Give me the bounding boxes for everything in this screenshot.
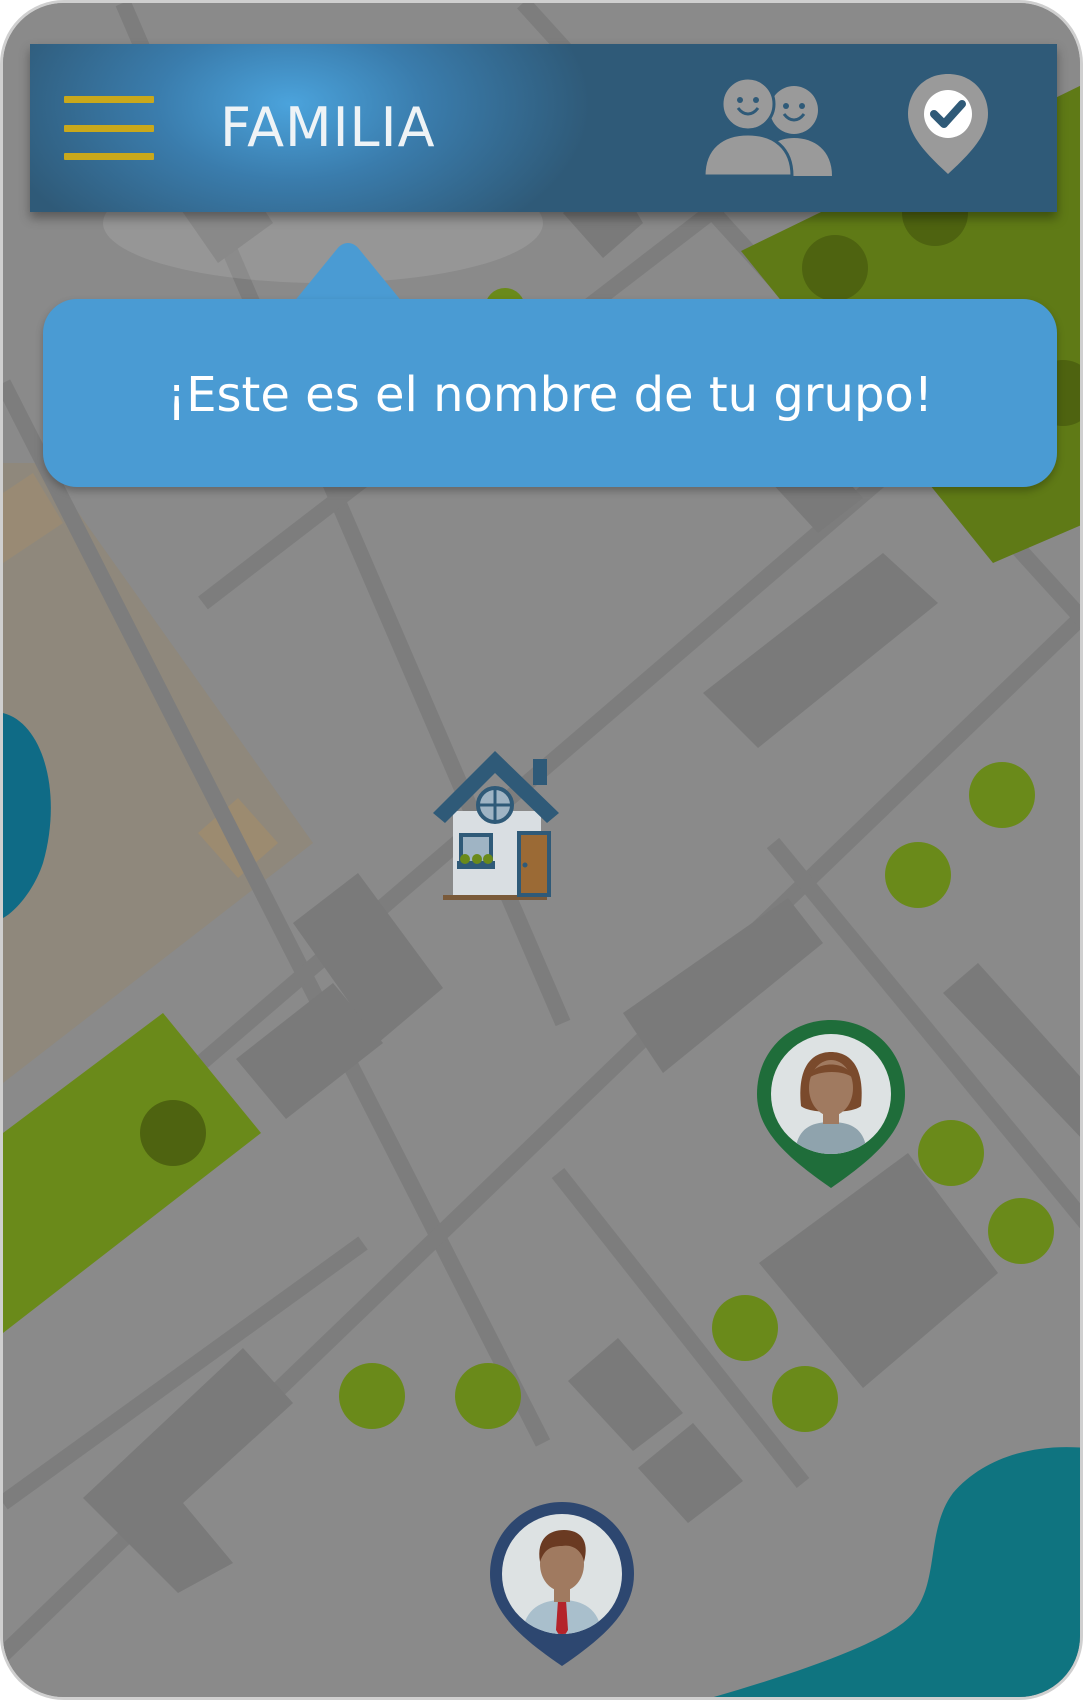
woman-avatar-icon	[757, 1020, 905, 1188]
app-header: FAMILIA	[30, 44, 1057, 212]
member-marker-woman[interactable]	[753, 1018, 909, 1190]
group-name-title[interactable]: FAMILIA	[220, 96, 436, 160]
location-check-icon[interactable]	[906, 72, 990, 176]
tooltip-arrow	[293, 243, 403, 303]
hamburger-menu-icon[interactable]	[64, 96, 154, 160]
app-screen: FAMILIA ¡Este es el nombre de tu grupo!	[0, 0, 1083, 1700]
member-marker-man[interactable]	[486, 1500, 638, 1668]
home-icon	[433, 751, 559, 900]
home-marker[interactable]	[431, 743, 571, 903]
man-avatar-icon	[490, 1502, 634, 1666]
group-members-icon[interactable]	[702, 76, 842, 176]
onboarding-tooltip[interactable]: ¡Este es el nombre de tu grupo!	[43, 299, 1057, 487]
tooltip-text: ¡Este es el nombre de tu grupo!	[166, 367, 934, 423]
